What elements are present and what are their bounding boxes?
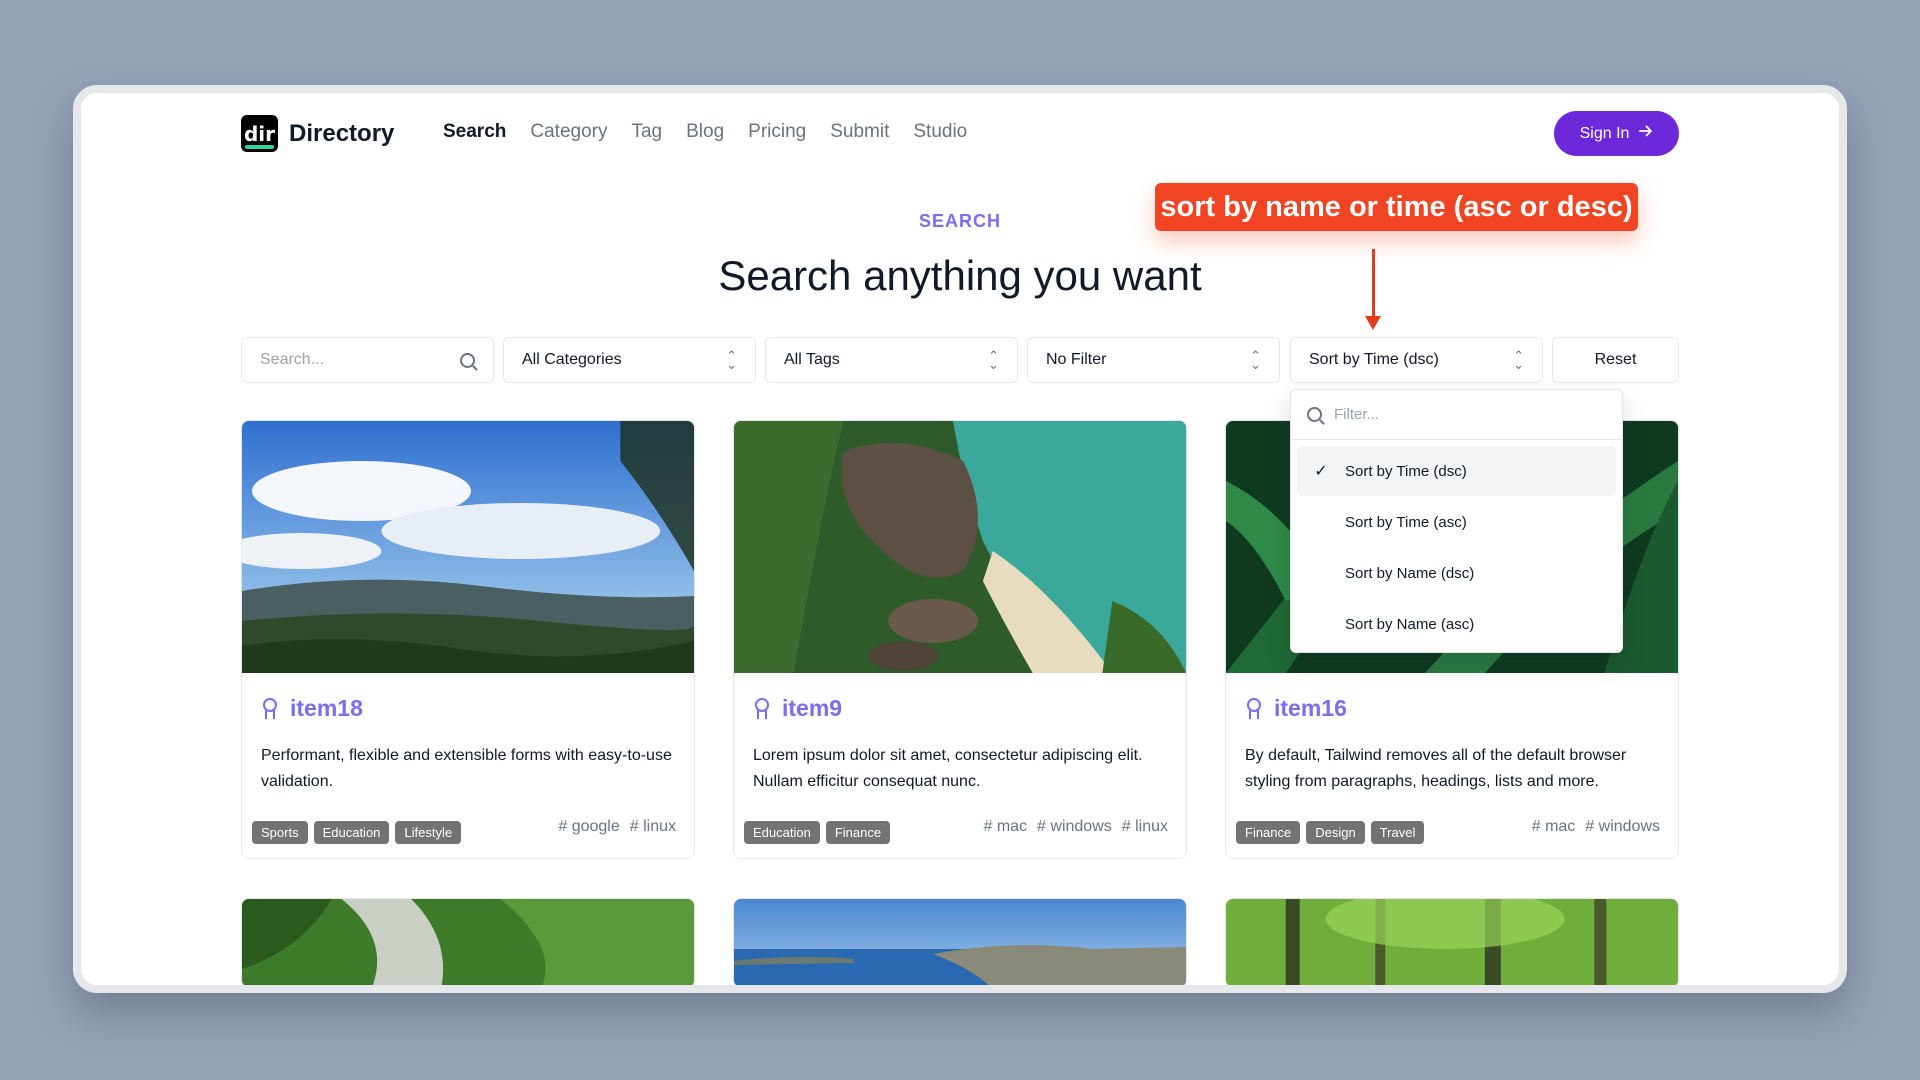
card-title-text: item16 bbox=[1274, 695, 1347, 721]
logo-mark-text: dir bbox=[243, 121, 276, 146]
sort-option[interactable]: Sort by Name (asc) bbox=[1297, 599, 1616, 649]
tag-link[interactable]: # mac bbox=[1532, 818, 1576, 836]
card-title[interactable]: item16 bbox=[1246, 695, 1347, 722]
tag-link[interactable]: # linux bbox=[1122, 818, 1168, 836]
sort-option[interactable]: Sort by Name (dsc) bbox=[1297, 548, 1616, 598]
sort-option-label: Sort by Name (dsc) bbox=[1345, 564, 1475, 582]
nav-item-studio[interactable]: Studio bbox=[913, 121, 967, 143]
tag-link[interactable]: # windows bbox=[1037, 818, 1112, 836]
chevron-up-down-icon: ⌃ ⌄ bbox=[1250, 348, 1261, 372]
tag-link[interactable]: # mac bbox=[983, 818, 1027, 836]
nav-item-pricing[interactable]: Pricing bbox=[748, 121, 806, 143]
card-title-text: item9 bbox=[782, 695, 843, 721]
nav-item-submit[interactable]: Submit bbox=[830, 121, 889, 143]
card-title[interactable]: item9 bbox=[754, 695, 842, 722]
browser-frame: dir Directory Search Category Tag Blog P… bbox=[73, 85, 1847, 993]
card-description: By default, Tailwind removes all of the … bbox=[1245, 747, 1627, 790]
award-icon bbox=[262, 697, 278, 720]
tags-select[interactable]: All Tags ⌃ ⌄ bbox=[765, 337, 1018, 383]
check-icon: ✓ bbox=[1314, 463, 1328, 480]
category-badge[interactable]: Sports bbox=[252, 821, 308, 844]
logo[interactable]: dir Directory bbox=[241, 115, 394, 152]
category-badge[interactable]: Education bbox=[744, 821, 820, 844]
sort-option-label: Sort by Time (asc) bbox=[1345, 513, 1467, 531]
chevron-up-down-icon: ⌃ ⌄ bbox=[1513, 348, 1524, 372]
sort-dropdown-menu: Filter... ✓ Sort by Time (dsc) Sort by T… bbox=[1290, 389, 1623, 653]
sort-option[interactable]: ✓ Sort by Time (dsc) bbox=[1297, 446, 1616, 496]
sign-in-label: Sign In bbox=[1579, 124, 1630, 142]
category-select[interactable]: All Categories ⌃ ⌄ bbox=[503, 337, 756, 383]
chevron-up-down-icon: ⌃ ⌄ bbox=[988, 348, 999, 372]
reset-button[interactable]: Reset bbox=[1552, 337, 1679, 383]
filter-select[interactable]: No Filter ⌃ ⌄ bbox=[1027, 337, 1280, 383]
search-icon bbox=[460, 352, 475, 368]
page-title: Search anything you want bbox=[718, 252, 1202, 299]
tag-link[interactable]: # windows bbox=[1585, 818, 1660, 836]
card-title-text: item18 bbox=[290, 695, 363, 721]
category-badge[interactable]: Education bbox=[313, 821, 390, 844]
card-categories: Finance Design Travel bbox=[1236, 821, 1425, 844]
logo-mark: dir bbox=[241, 115, 278, 152]
search-input[interactable]: Search... bbox=[241, 337, 494, 383]
card-image bbox=[734, 421, 1186, 673]
category-badge[interactable]: Finance bbox=[1236, 821, 1301, 844]
nav-item-search[interactable]: Search bbox=[443, 121, 506, 143]
sign-in-button[interactable]: Sign In bbox=[1554, 111, 1679, 156]
nav-item-tag[interactable]: Tag bbox=[631, 121, 662, 143]
sort-select[interactable]: Sort by Time (dsc) ⌃ ⌄ bbox=[1290, 337, 1543, 383]
category-badge[interactable]: Finance bbox=[825, 821, 891, 844]
sort-option[interactable]: Sort by Time (asc) bbox=[1297, 497, 1616, 547]
search-placeholder: Search... bbox=[260, 351, 325, 368]
card-image bbox=[1226, 899, 1678, 985]
card-description: Performant, flexible and extensible form… bbox=[261, 747, 672, 790]
award-icon bbox=[754, 697, 770, 720]
main-nav: Search Category Tag Blog Pricing Submit … bbox=[443, 121, 967, 143]
tag-link[interactable]: # google bbox=[558, 818, 619, 836]
annotation-arrow bbox=[1372, 249, 1375, 319]
card-description: Lorem ipsum dolor sit amet, consectetur … bbox=[753, 747, 1143, 790]
brand-name: Directory bbox=[289, 119, 395, 147]
award-icon bbox=[1246, 697, 1262, 720]
card-image bbox=[242, 899, 694, 985]
sort-option-label: Sort by Time (dsc) bbox=[1345, 462, 1467, 480]
card-tags: # mac # windows # linux bbox=[983, 818, 1168, 836]
item-card[interactable]: Sports Education Lifestyle item18 Perfor… bbox=[241, 420, 695, 859]
dropdown-filter-placeholder: Filter... bbox=[1334, 406, 1380, 423]
category-select-value: All Categories bbox=[522, 351, 622, 368]
card-image bbox=[242, 421, 694, 673]
card-tags: # mac # windows bbox=[1532, 818, 1660, 836]
chevron-up-down-icon: ⌃ ⌄ bbox=[726, 348, 737, 372]
item-card[interactable] bbox=[241, 898, 695, 985]
search-icon bbox=[1307, 407, 1322, 422]
card-title[interactable]: item18 bbox=[262, 695, 363, 722]
annotation-callout: sort by name or time (asc or desc) bbox=[1155, 183, 1638, 231]
reset-label: Reset bbox=[1594, 351, 1637, 368]
sort-option-label: Sort by Name (asc) bbox=[1345, 615, 1475, 633]
card-image bbox=[734, 899, 1186, 985]
category-badge[interactable]: Travel bbox=[1370, 821, 1425, 844]
nav-item-blog[interactable]: Blog bbox=[686, 121, 724, 143]
arrow-right-icon bbox=[1639, 124, 1653, 143]
nav-item-category[interactable]: Category bbox=[530, 121, 607, 143]
tags-select-value: All Tags bbox=[784, 351, 840, 368]
card-tags: # google # linux bbox=[558, 818, 676, 836]
sort-select-value: Sort by Time (dsc) bbox=[1309, 351, 1439, 368]
card-categories: Sports Education Lifestyle bbox=[252, 821, 462, 844]
category-badge[interactable]: Design bbox=[1306, 821, 1365, 844]
annotation-arrow-head bbox=[1365, 316, 1381, 330]
item-card[interactable] bbox=[733, 898, 1187, 985]
item-card[interactable]: Education Finance item9 Lorem ipsum dolo… bbox=[733, 420, 1187, 859]
item-card[interactable] bbox=[1225, 898, 1679, 985]
filter-select-value: No Filter bbox=[1046, 351, 1107, 368]
category-badge[interactable]: Lifestyle bbox=[395, 821, 462, 844]
dropdown-filter-input[interactable]: Filter... bbox=[1291, 390, 1622, 440]
card-categories: Education Finance bbox=[744, 821, 891, 844]
tag-link[interactable]: # linux bbox=[630, 818, 676, 836]
